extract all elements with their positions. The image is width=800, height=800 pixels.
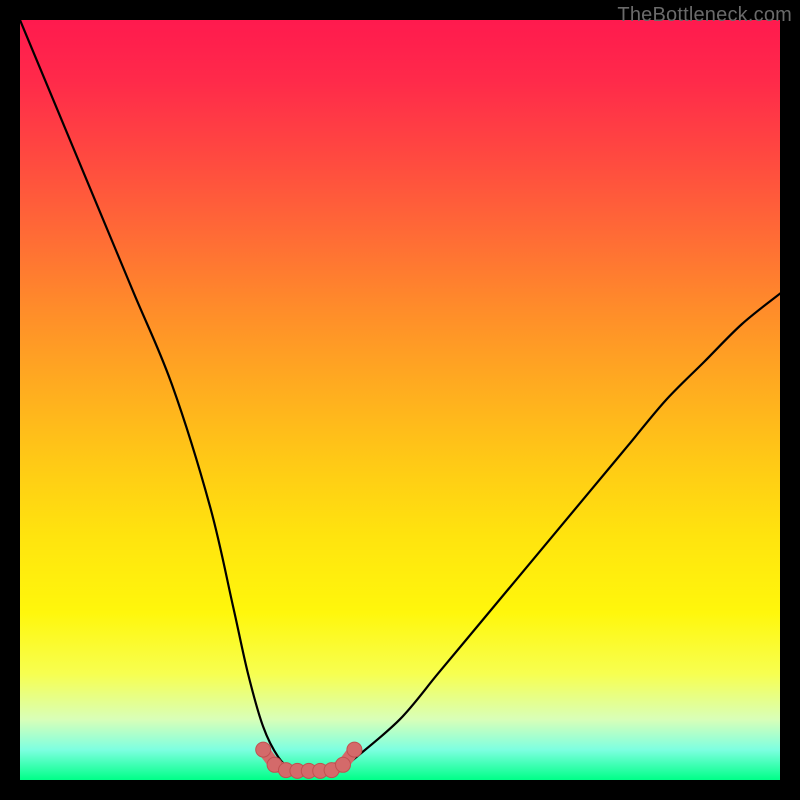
- bottleneck-curve: [20, 20, 780, 772]
- watermark-text: TheBottleneck.com: [617, 4, 792, 27]
- marker-dot: [336, 757, 351, 772]
- curve-svg: [20, 20, 780, 780]
- marker-dot: [347, 742, 362, 757]
- marker-dot: [256, 742, 271, 757]
- plot-area: [20, 20, 780, 780]
- chart-frame: TheBottleneck.com: [0, 0, 800, 800]
